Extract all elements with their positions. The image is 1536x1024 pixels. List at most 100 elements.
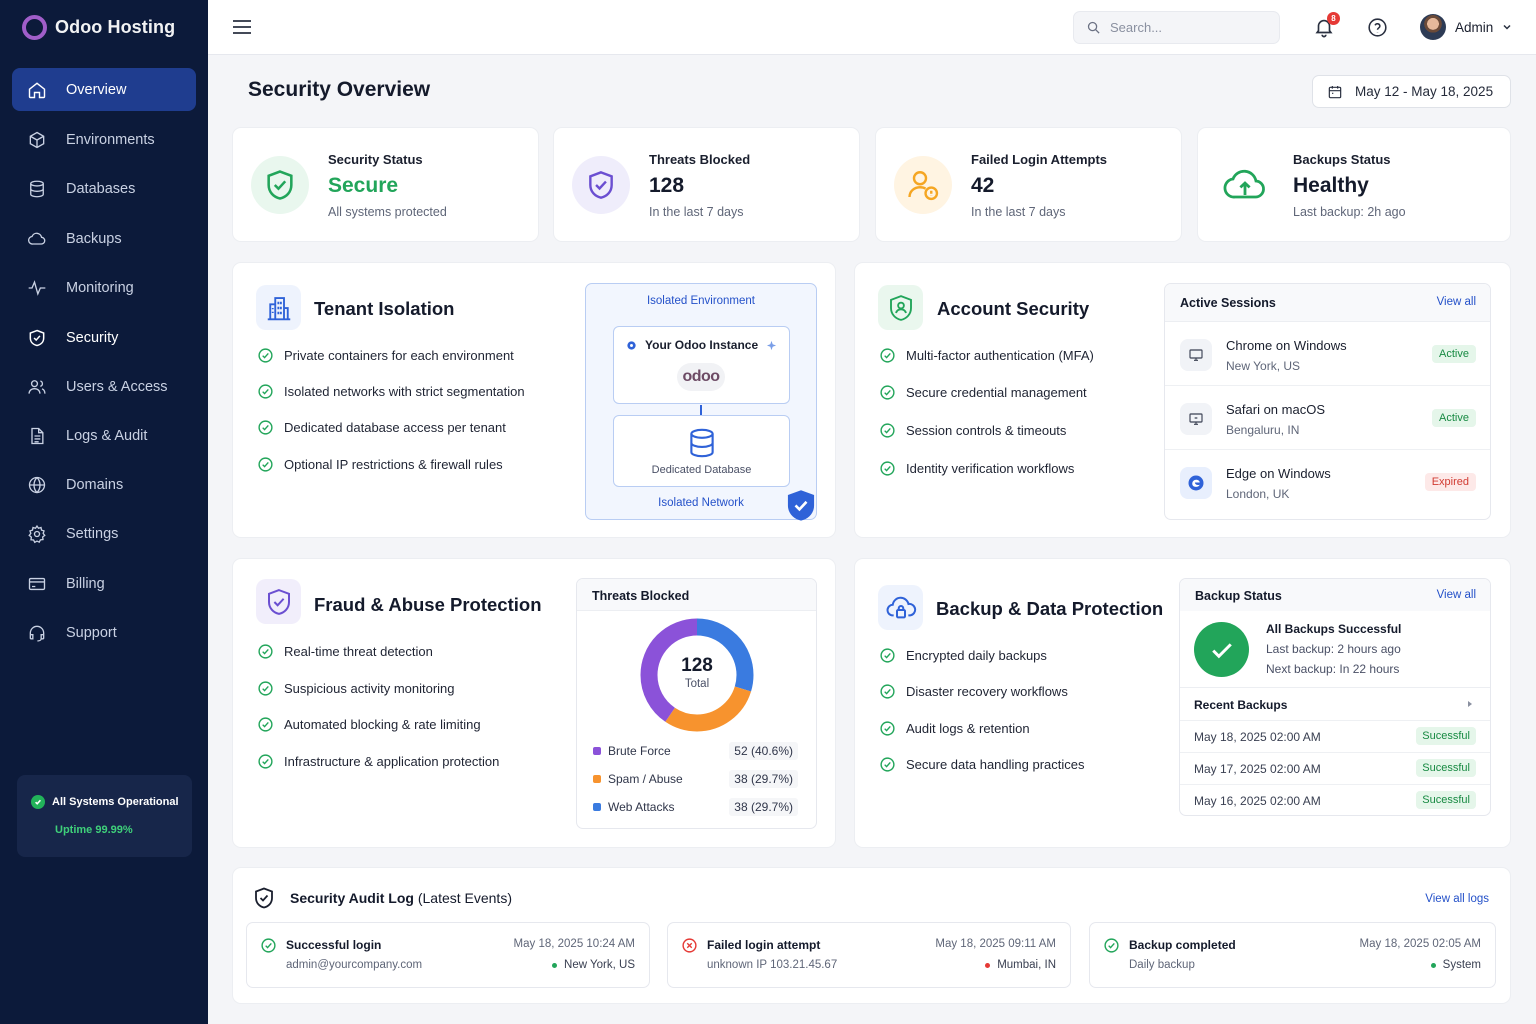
chevron-down-icon [1503,24,1511,30]
legend-item: Web Attacks 38 (29.7%) [593,797,798,817]
feature-text: Encrypted daily backups [906,648,1047,663]
sidebar-item-users-access[interactable]: Users & Access [12,365,196,408]
connector-line [700,405,702,415]
event-title: Failed login attempt [707,938,821,952]
gear-icon [28,524,46,543]
shield-check-icon [256,579,301,624]
cloud-upload-icon [1216,156,1274,214]
instance-label: Your Odoo Instance [645,338,759,352]
event-location: System [1430,959,1481,971]
search-input[interactable] [1110,20,1260,35]
feature-item: Multi-factor authentication (MFA) [880,348,1094,363]
sidebar-item-label: Logs & Audit [66,427,148,444]
sidebar-item-label: Security [66,329,119,346]
feature-text: Secure credential management [906,385,1087,400]
sidebar-item-label: Support [66,624,117,641]
cloud-icon [28,232,46,245]
sidebar-item-environments[interactable]: Environments [12,118,196,161]
odoo-instance-box: Your Odoo Instance odoo [613,326,790,404]
account-security-card: Account Security Multi-factor authentica… [854,262,1511,538]
calendar-icon [1328,85,1342,98]
feature-text: Suspicious activity monitoring [284,681,455,696]
stat-card-failed-logins: Failed Login Attempts 42 In the last 7 d… [875,127,1182,242]
monitor-icon [1180,403,1212,435]
fraud-protection-card: Fraud & Abuse Protection Real-time threa… [232,558,836,848]
shield-check-icon [572,156,630,214]
recent-backups-header[interactable]: Recent Backups [1180,687,1490,719]
cube-icon [29,131,45,148]
sidebar-item-monitoring[interactable]: Monitoring [12,266,196,309]
session-row[interactable]: Safari on macOS Bengaluru, IN Active [1165,387,1490,450]
sidebar-item-label: Settings [66,525,119,542]
search-box[interactable] [1073,11,1280,44]
backup-row[interactable]: May 17, 2025 02:00 AM Sucessful [1180,752,1490,784]
check-circle-icon [1104,938,1119,953]
brand-name: Odoo Hosting [55,17,176,37]
feature-text: Private containers for each environment [284,348,514,363]
help-icon[interactable] [1367,17,1388,38]
shield-user-icon [878,285,923,330]
feature-item: Dedicated database access per tenant [258,420,506,435]
audit-event-card[interactable]: Failed login attempt unknown IP 103.21.4… [667,922,1071,988]
audit-event-card[interactable]: Successful login admin@yourcompany.com M… [246,922,650,988]
panel-title: Threats Blocked [592,589,690,603]
status-badge: Sucessful [1416,791,1476,809]
menu-icon[interactable] [232,18,252,36]
stat-sub: Last backup: 2h ago [1293,205,1406,219]
legend-value: 38 (29.7%) [729,798,798,816]
user-menu[interactable]: Admin [1420,14,1512,40]
sidebar-item-label: Domains [66,476,124,493]
status-badge: Sucessful [1416,759,1476,777]
legend-item: Spam / Abuse 38 (29.7%) [593,769,798,789]
panel-header: Threats Blocked [577,579,816,611]
sidebar-item-backups[interactable]: Backups [12,217,196,260]
event-location: New York, US [552,959,635,971]
view-all-sessions-link[interactable]: View all [1437,296,1476,308]
legend-swatch [593,747,601,755]
check-circle-icon [258,717,273,732]
check-circle-icon [880,684,895,699]
feature-item: Secure credential management [880,385,1087,400]
check-circle-icon [258,681,273,696]
edge-browser-icon [1180,467,1212,499]
brand[interactable]: Odoo Hosting [22,15,175,40]
headset-icon [29,625,45,642]
stat-value: 42 [971,174,995,197]
sidebar-item-security[interactable]: Security [12,316,196,359]
home-icon [28,81,46,98]
isolation-diagram: Isolated Environment Your Odoo Instance … [585,283,817,521]
section-title: Fraud & Abuse Protection [314,594,542,615]
active-sessions-panel: Active Sessions View all Chrome on Windo… [1164,283,1491,520]
status-dot [985,962,991,968]
page-title: Security Overview [248,78,431,101]
feature-text: Real-time threat detection [284,644,433,659]
sidebar-item-billing[interactable]: Billing [12,562,196,605]
sidebar-item-overview[interactable]: Overview [12,68,196,111]
pulse-icon [28,279,46,296]
view-all-logs-link[interactable]: View all logs [1425,893,1489,905]
check-circle-icon [258,420,273,435]
date-range-picker[interactable]: May 12 - May 18, 2025 [1312,75,1511,108]
backup-date: May 16, 2025 02:00 AM [1194,794,1321,808]
view-all-backups-link[interactable]: View all [1437,589,1476,601]
backup-row[interactable]: May 18, 2025 02:00 AM Sucessful [1180,720,1490,752]
sidebar-item-settings[interactable]: Settings [12,512,196,555]
backup-row[interactable]: May 16, 2025 02:00 AM Sucessful [1180,784,1490,815]
sidebar-item-domains[interactable]: Domains [12,463,196,506]
sidebar-item-label: Environments [66,131,155,148]
success-check-icon [1194,622,1249,677]
session-row[interactable]: Chrome on Windows New York, US Active [1165,323,1490,386]
session-row[interactable]: Edge on Windows London, UK Expired [1165,451,1490,514]
sidebar-item-logs-audit[interactable]: Logs & Audit [12,414,196,457]
audit-event-card[interactable]: Backup completed Daily backup May 18, 20… [1089,922,1496,988]
sidebar-item-label: Databases [66,180,136,197]
event-location-text: System [1442,959,1481,971]
feature-text: Automated blocking & rate limiting [284,717,481,732]
session-location: London, UK [1226,487,1290,501]
sidebar-item-databases[interactable]: Databases [12,167,196,210]
feature-item: Real-time threat detection [258,644,433,659]
feature-text: Secure data handling practices [906,757,1085,772]
brand-logo-icon [22,15,47,40]
backup-date: May 17, 2025 02:00 AM [1194,762,1321,776]
sidebar-item-support[interactable]: Support [12,611,196,654]
